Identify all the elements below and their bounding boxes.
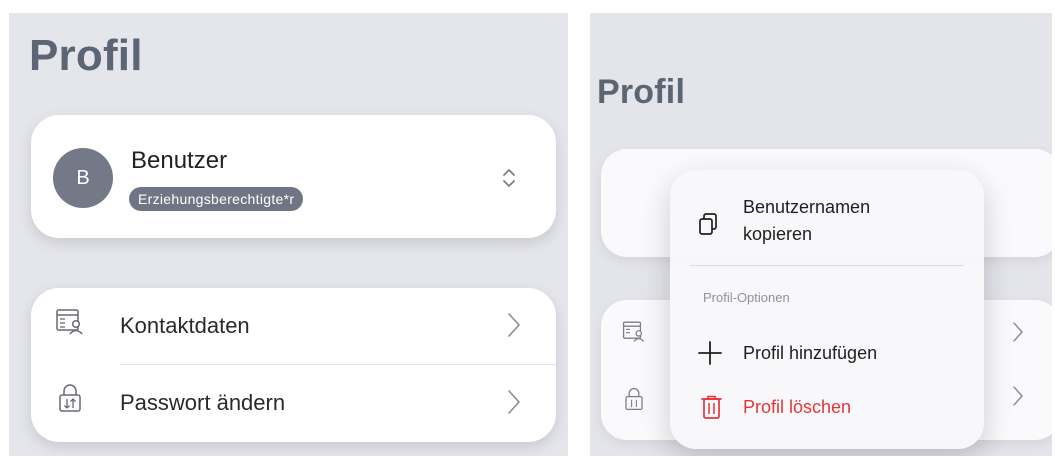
- chevron-right-icon: [508, 313, 520, 337]
- list-item-change-password[interactable]: Passwort ändern: [31, 365, 556, 442]
- copy-icon: [699, 213, 717, 235]
- profile-screen-menu-open: Profil Benutzernamen kopieren Profil-Opt…: [590, 13, 1052, 456]
- lock-arrows-icon: [59, 384, 81, 412]
- copy-username-menu-item[interactable]: Benutzernamen kopieren: [670, 194, 984, 254]
- contact-card-icon: [56, 309, 83, 335]
- add-profile-menu-item[interactable]: Profil hinzufügen: [670, 338, 984, 368]
- chevron-right-icon: [1013, 386, 1023, 406]
- chevron-up-down-icon[interactable]: [500, 165, 518, 191]
- chevron-right-icon: [1013, 322, 1023, 342]
- menu-item-label: Profil löschen: [743, 397, 852, 417]
- list-item-contact-data[interactable]: Kontaktdaten: [31, 288, 556, 365]
- menu-item-label: Benutzernamen kopieren: [743, 197, 871, 244]
- delete-profile-menu-item[interactable]: Profil löschen: [670, 392, 984, 422]
- lock-arrows-icon[interactable]: [622, 386, 646, 412]
- role-badge: Erziehungsberechtigte*r: [129, 187, 304, 211]
- list-item-label: Passwort ändern: [120, 390, 286, 415]
- plus-icon: [698, 341, 722, 365]
- trash-icon: [701, 395, 722, 419]
- context-menu: Benutzernamen kopieren Profil-Optionen P…: [670, 170, 984, 449]
- menu-separator: [690, 265, 964, 266]
- user-switcher-card[interactable]: B Benutzer Erziehungsberechtigte*r: [31, 115, 556, 238]
- avatar: B: [53, 148, 113, 208]
- menu-section-header: Profil-Optionen: [703, 290, 790, 305]
- profile-screen: Profil B Benutzer Erziehungsberechtigte*…: [9, 13, 568, 456]
- user-name: Benutzer: [131, 147, 228, 174]
- list-item-label: Kontaktdaten: [120, 313, 250, 338]
- chevron-right-icon: [508, 390, 520, 414]
- page-title: Profil: [597, 73, 686, 111]
- menu-item-label: Profil hinzufügen: [743, 343, 878, 363]
- page-title: Profil: [29, 31, 143, 80]
- settings-list: Kontaktdaten Passwort ändern: [31, 288, 556, 442]
- contact-card-icon[interactable]: [622, 318, 646, 344]
